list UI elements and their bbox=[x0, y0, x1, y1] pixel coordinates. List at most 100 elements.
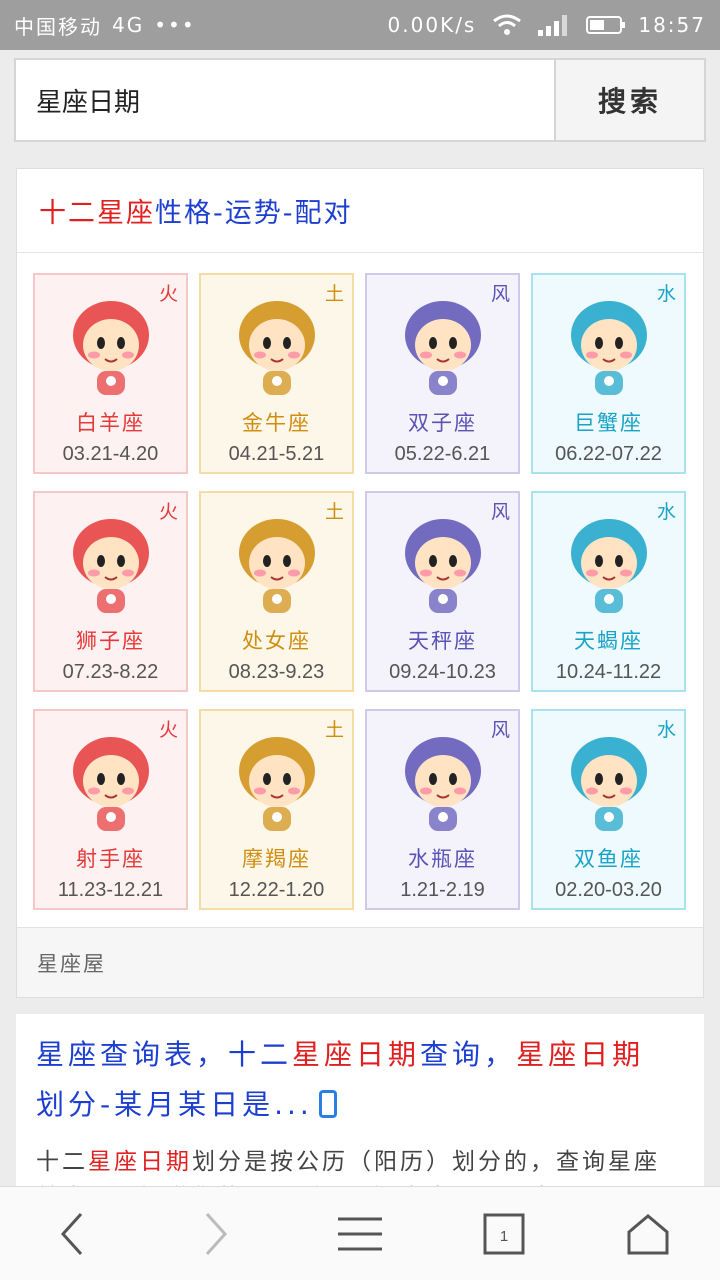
sign-dates: 08.23-9.23 bbox=[228, 661, 325, 683]
element-label: 风 bbox=[490, 283, 510, 305]
element-label: 水 bbox=[656, 719, 676, 741]
result-title-part: 划分-某月某日是... bbox=[36, 1088, 313, 1121]
element-label: 土 bbox=[324, 501, 344, 523]
home-button[interactable] bbox=[576, 1187, 720, 1280]
sign-dates: 06.22-07.22 bbox=[555, 443, 662, 465]
aries-icon bbox=[72, 301, 149, 395]
zodiac-cell[interactable]: 火狮子座 07.23-8.22 bbox=[33, 491, 188, 692]
zodiac-cell[interactable]: 风双子座 05.22-6.21 bbox=[365, 273, 520, 474]
home-icon bbox=[627, 1213, 669, 1254]
result-title-part: 星座 bbox=[36, 1038, 101, 1071]
sign-dates: 05.22-6.21 bbox=[394, 443, 491, 465]
zodiac-cell[interactable]: 水天蝎座 10.24-11.22 bbox=[531, 491, 686, 692]
leo-icon bbox=[72, 519, 149, 613]
element-label: 风 bbox=[490, 501, 510, 523]
sign-name: 射手座 bbox=[76, 847, 145, 871]
virgo-icon bbox=[238, 519, 315, 613]
search-input[interactable]: 星座日期 bbox=[16, 60, 556, 140]
capricorn-icon bbox=[238, 737, 315, 831]
element-label: 水 bbox=[656, 501, 676, 523]
sign-name: 双子座 bbox=[408, 411, 477, 435]
notification-dots: ••• bbox=[154, 13, 196, 37]
sign-name: 金牛座 bbox=[242, 411, 311, 435]
sign-dates: 07.23-8.22 bbox=[62, 661, 159, 683]
menu-icon bbox=[338, 1217, 382, 1250]
carrier-label: 中国移动 bbox=[14, 14, 102, 39]
sign-name: 巨蟹座 bbox=[574, 411, 643, 435]
zodiac-grid: 火白羊座 03.21-4.20 土金牛座 04.21-5.21 风双子座 05.22-6.… bbox=[33, 273, 687, 910]
gemini-icon bbox=[404, 301, 481, 395]
result-title-highlight: 星座日期 bbox=[516, 1038, 645, 1071]
sagittarius-icon bbox=[72, 737, 149, 831]
speed-label: 0.00K/s bbox=[387, 13, 477, 37]
zodiac-card: 十二星座 性格-运势-配对 火白羊座 03.21-4.20 土金牛座 04.21-5.2… bbox=[16, 168, 704, 998]
sign-dates: 09.24-10.23 bbox=[389, 661, 496, 683]
element-label: 火 bbox=[158, 501, 178, 523]
zodiac-cell[interactable]: 水巨蟹座 06.22-07.22 bbox=[531, 273, 686, 474]
sign-dates: 03.21-4.20 bbox=[62, 443, 159, 465]
zodiac-cell[interactable]: 土摩羯座 12.22-1.20 bbox=[199, 709, 354, 910]
forward-icon bbox=[205, 1212, 228, 1255]
result-title-part: 查询， bbox=[420, 1038, 517, 1071]
sign-name: 摩羯座 bbox=[242, 847, 311, 871]
sign-name: 狮子座 bbox=[76, 629, 145, 653]
browser-navbar: 1 bbox=[0, 1186, 720, 1280]
scorpio-icon bbox=[570, 519, 647, 613]
zodiac-cell[interactable]: 水双鱼座 02.20-03.20 bbox=[531, 709, 686, 910]
cancer-icon bbox=[570, 301, 647, 395]
sign-dates: 02.20-03.20 bbox=[555, 879, 662, 901]
tabs-icon: 1 bbox=[483, 1213, 525, 1254]
sign-dates: 11.23-12.21 bbox=[57, 879, 164, 901]
sign-dates: 1.21-2.19 bbox=[400, 879, 485, 901]
wifi-icon bbox=[493, 14, 522, 35]
sign-dates: 10.24-11.22 bbox=[555, 661, 662, 683]
libra-icon bbox=[404, 519, 481, 613]
sign-dates: 12.22-1.20 bbox=[228, 879, 325, 901]
aquarius-icon bbox=[404, 737, 481, 831]
sign-name: 天蝎座 bbox=[574, 629, 643, 653]
mobile-icon bbox=[318, 1090, 337, 1118]
card-title-rest: 性格-运势-配对 bbox=[155, 198, 353, 229]
element-label: 水 bbox=[656, 283, 676, 305]
sign-name: 天秤座 bbox=[408, 629, 477, 653]
signal-icon bbox=[538, 15, 568, 36]
card-title-highlight: 十二星座 bbox=[39, 198, 155, 229]
search-bar: 星座日期 搜索 bbox=[14, 58, 706, 142]
element-label: 风 bbox=[490, 719, 510, 741]
result-title-part: 查询表，十二 bbox=[100, 1038, 293, 1071]
forward-button[interactable] bbox=[144, 1187, 288, 1280]
network-label: 4G bbox=[112, 13, 145, 37]
menu-button[interactable] bbox=[288, 1187, 432, 1280]
back-icon bbox=[60, 1212, 83, 1255]
back-button[interactable] bbox=[0, 1187, 144, 1280]
search-result[interactable]: 星座星座查询表，十二星座日期查询，星座日期划分-某月某日是... 十二星座日期划… bbox=[16, 1014, 704, 1194]
taurus-icon bbox=[238, 301, 315, 395]
zodiac-cell[interactable]: 土金牛座 04.21-5.21 bbox=[199, 273, 354, 474]
search-button[interactable]: 搜索 bbox=[556, 60, 704, 140]
snippet-part: 十二 bbox=[36, 1149, 88, 1175]
tab-count: 1 bbox=[500, 1228, 508, 1245]
clock-label: 18:57 bbox=[638, 13, 706, 37]
status-bar: 中国移动 4G ••• 0.00K/s 18:57 bbox=[0, 0, 720, 50]
result-title[interactable]: 星座星座查询表，十二星座日期查询，星座日期划分-某月某日是... bbox=[36, 1030, 684, 1130]
sign-name: 白羊座 bbox=[76, 411, 145, 435]
card-title[interactable]: 十二星座 性格-运势-配对 bbox=[17, 169, 703, 253]
sign-name: 处女座 bbox=[242, 629, 311, 653]
card-source[interactable]: 星座屋 bbox=[17, 927, 703, 997]
pisces-icon bbox=[570, 737, 647, 831]
element-label: 火 bbox=[158, 283, 178, 305]
zodiac-cell[interactable]: 土处女座 08.23-9.23 bbox=[199, 491, 354, 692]
sign-dates: 04.21-5.21 bbox=[228, 443, 325, 465]
zodiac-cell[interactable]: 风天秤座 09.24-10.23 bbox=[365, 491, 520, 692]
result-title-highlight: 星座日期 bbox=[292, 1038, 421, 1071]
battery-icon bbox=[586, 16, 626, 34]
tabs-button[interactable]: 1 bbox=[432, 1187, 576, 1280]
sign-name: 双鱼座 bbox=[574, 847, 643, 871]
sign-name: 水瓶座 bbox=[408, 847, 477, 871]
zodiac-cell[interactable]: 风水瓶座 1.21-2.19 bbox=[365, 709, 520, 910]
element-label: 土 bbox=[324, 719, 344, 741]
zodiac-cell[interactable]: 火白羊座 03.21-4.20 bbox=[33, 273, 188, 474]
element-label: 火 bbox=[158, 719, 178, 741]
zodiac-cell[interactable]: 火射手座 11.23-12.21 bbox=[33, 709, 188, 910]
snippet-highlight: 星座日期 bbox=[88, 1149, 192, 1175]
